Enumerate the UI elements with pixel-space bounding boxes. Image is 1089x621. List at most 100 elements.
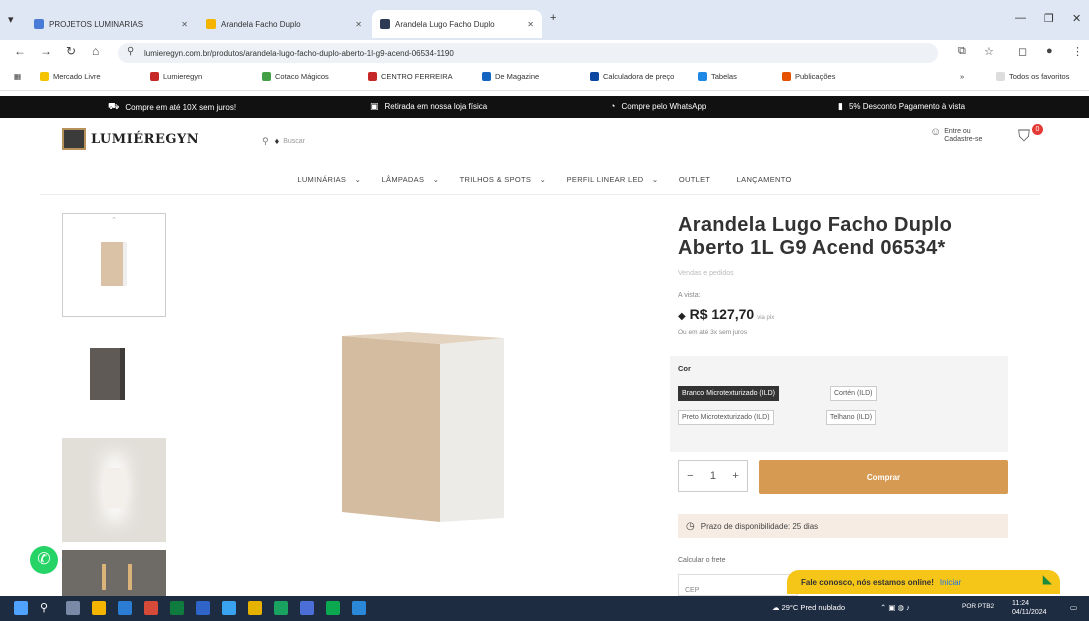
language-indicator[interactable]: POR PTB2 [962,603,994,610]
tab-menu-icon[interactable]: ▾ [8,13,14,26]
bookmark-star-icon[interactable]: ☆ [984,45,994,58]
profile-icon[interactable]: ● [1046,45,1053,57]
forward-icon[interactable]: → [40,44,52,58]
menu-dots-icon[interactable]: ⋮ [1072,45,1083,58]
maximize-icon[interactable]: ❐ [1044,12,1054,25]
buy-button[interactable]: Comprar [759,460,1008,494]
bookmarks-overflow-icon[interactable]: » [960,72,964,81]
increase-button[interactable]: + [732,470,738,482]
product-thumbnail-2[interactable] [62,330,166,426]
bookmark-item[interactable]: Lumieregyn [150,72,202,81]
quantity-stepper: − 1 + [678,460,748,492]
back-icon[interactable]: ← [14,44,26,58]
app-icon[interactable] [144,601,158,615]
bookmark-item[interactable]: Cotaco Mágicos [262,72,329,81]
chevron-up-icon[interactable]: ⌃ [111,216,117,224]
chat-start-link[interactable]: Iniciar [940,578,961,587]
new-tab-icon[interactable]: + [550,12,556,24]
promo-item[interactable]: ◔ Compre pelo WhatsApp [610,101,706,111]
menu-label: TRILHOS & SPOTS [459,175,532,184]
close-icon[interactable]: ✕ [523,20,534,29]
home-icon[interactable]: ⌂ [92,44,99,58]
folder-icon [996,72,1005,81]
product-main-image[interactable] [300,220,620,580]
all-bookmarks-label: Todos os favoritos [1009,72,1070,81]
option-corten[interactable]: Cortén (ILD) [830,386,877,401]
freight-input[interactable]: CEP [678,574,798,596]
all-bookmarks[interactable]: Todos os favoritos [996,72,1069,81]
address-bar[interactable]: ⚲ lumieregyn.com.br/produtos/arandela-lu… [118,43,938,63]
site-info-icon[interactable]: ⚲ [127,46,134,57]
menu-item-lancamento[interactable]: LANÇAMENTO [731,175,798,184]
light-beam [128,564,132,590]
close-icon[interactable]: ✕ [177,20,188,29]
mail-icon[interactable] [118,601,132,615]
weather-text: 29°C Pred nublado [781,603,846,612]
edge-icon[interactable] [222,601,236,615]
account-link[interactable]: ☺ Entre ou Cadastre-se [930,127,990,144]
option-branco[interactable]: Branco Microtexturizado (ILD) [678,386,779,401]
menu-item-lampadas[interactable]: LÂMPADAS ⌄ [376,175,440,184]
menu-item-trilhos[interactable]: TRILHOS & SPOTS ⌄ [454,175,547,184]
whatsapp-icon: ✆ [37,551,51,568]
option-preto[interactable]: Preto Microtexturizado (ILD) [678,410,774,425]
menu-item-luminarias[interactable]: LUMINÁRIAS ⌄ [291,175,361,184]
extensions-icon[interactable]: ◻ [1018,45,1027,58]
close-icon[interactable]: ✕ [351,20,362,29]
notifications-icon[interactable]: ▭ [1070,603,1077,612]
bookmark-item[interactable]: De Magazine [482,72,539,81]
windows-start-icon[interactable] [14,601,28,615]
app-icon[interactable] [352,601,366,615]
minimize-icon[interactable]: — [1015,12,1026,24]
site-logo[interactable]: LUMIÉREGYN [62,128,199,150]
word-icon[interactable] [196,601,210,615]
bookmark-item[interactable]: Publicações [782,72,835,81]
translate-icon[interactable]: ⧉ [958,45,966,58]
tab-favicon [380,19,390,29]
promo-item: ▣ Retirada em nossa loja física [370,101,487,112]
browser-tab[interactable]: Arandela Facho Duplo ✕ [198,10,370,38]
chat-widget[interactable]: Fale conosco, nós estamos online! Inicia… [787,570,1060,594]
chrome-icon[interactable] [248,601,262,615]
bookmark-item[interactable]: Mercado Livre [40,72,101,81]
weather-widget[interactable]: ☁ 29°C Pred nublado [772,603,845,612]
bookmark-item[interactable]: Tabelas [698,72,737,81]
bookmark-item[interactable]: Calculadora de preço [590,72,674,81]
bookmark-item[interactable]: CENTRO FERREIRA [368,72,453,81]
menu-label: LUMINÁRIAS [297,175,347,184]
whatsapp-float-button[interactable]: ✆ [30,546,58,574]
clock[interactable]: 11:24 04/11/2024 [1012,599,1047,617]
clock-date: 04/11/2024 [1012,609,1047,616]
browser-tab[interactable]: PROJETOS LUMINARIAS ✕ [26,10,196,38]
product-thumbnail-4[interactable] [62,550,166,596]
promo-text: 5% Desconto Pagamento à vista [848,102,966,111]
search-icon[interactable]: ⚲ [40,601,54,615]
search-icon[interactable]: ⚲ [262,136,269,147]
price-value: R$ 127,70 [689,306,755,322]
apps-grid-icon[interactable]: ▦ [14,72,21,81]
app-icon[interactable] [274,601,288,615]
menu-label: PERFIL LINEAR LED [566,175,644,184]
app-icon[interactable] [300,601,314,615]
excel-icon[interactable] [170,601,184,615]
quantity-value[interactable]: 1 [710,470,716,482]
system-tray-icons[interactable]: ⌃ ▣ ◍ ♪ [880,603,910,612]
product-thumbnail-1[interactable]: ⌃ [62,213,166,317]
reload-icon[interactable]: ↻ [66,44,76,58]
search-field[interactable]: ⚲ ♦ Buscar [262,132,352,150]
close-window-icon[interactable]: ✕ [1072,12,1081,25]
option-telhano[interactable]: Telhano (ILD) [826,410,877,425]
explorer-icon[interactable] [92,601,106,615]
bookmark-favicon [482,72,491,81]
decrease-button[interactable]: − [687,470,693,482]
menu-item-perfil[interactable]: PERFIL LINEAR LED ⌄ [561,175,659,184]
browser-tab-active[interactable]: Arandela Lugo Facho Duplo ✕ [372,10,542,38]
installments-text: Ou em até 3x sem juros [678,329,747,336]
cart-icon[interactable]: ⛉ [1018,128,1030,146]
product-thumb-image [101,242,127,286]
product-thumbnail-3[interactable] [62,438,166,542]
clock-icon: ◷ [686,520,695,532]
menu-item-outlet[interactable]: OUTLET [673,175,716,184]
task-view-icon[interactable] [66,601,80,615]
whatsapp-icon[interactable] [326,601,340,615]
